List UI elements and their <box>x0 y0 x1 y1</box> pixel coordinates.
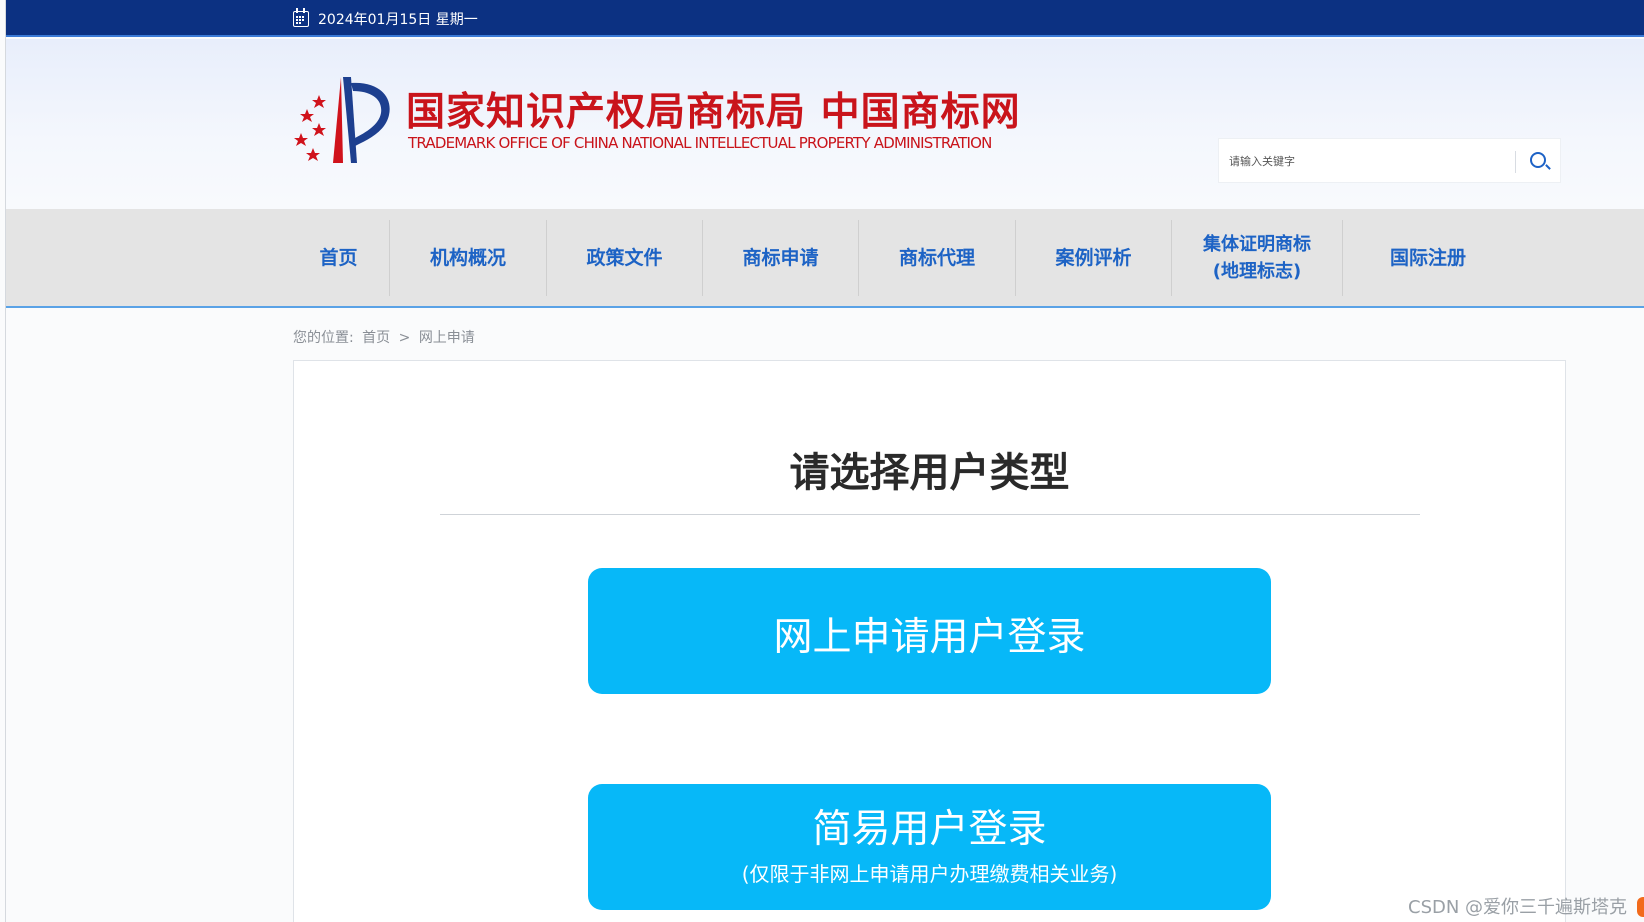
page: 2024年01月15日 星期一 国家知识产权局商标局 中国商标网 TRADEMA… <box>5 0 1644 922</box>
nav-item-application[interactable]: 商标申请 <box>703 220 859 296</box>
site-title-en: TRADEMARK OFFICE OF CHINA NATIONAL INTEL… <box>408 134 992 152</box>
simple-user-login-button[interactable]: 简易用户登录 (仅限于非网上申请用户办理缴费相关业务) <box>588 784 1271 910</box>
emblem-logo-icon[interactable] <box>293 75 403 163</box>
breadcrumb: 您的位置: 首页 > 网上申请 <box>293 327 479 347</box>
nav-item-about[interactable]: 机构概况 <box>390 220 547 296</box>
nav-item-international[interactable]: 国际注册 <box>1343 220 1513 296</box>
online-login-label: 网上申请用户登录 <box>773 615 1086 660</box>
breadcrumb-current: 网上申请 <box>418 330 475 346</box>
search-input[interactable] <box>1229 151 1489 171</box>
search-icon[interactable] <box>1523 146 1555 178</box>
nav-item-agency[interactable]: 商标代理 <box>859 220 1016 296</box>
title-divider <box>440 514 1420 515</box>
breadcrumb-home-link[interactable]: 首页 <box>362 330 390 346</box>
panel-title: 请选择用户类型 <box>789 450 1070 496</box>
nav-item-home[interactable]: 首页 <box>288 220 390 296</box>
breadcrumb-separator: > <box>398 330 411 346</box>
simple-login-note: (仅限于非网上申请用户办理缴费相关业务) <box>741 862 1118 886</box>
search-box <box>1218 138 1561 183</box>
top-bar: 2024年01月15日 星期一 <box>6 0 1644 37</box>
simple-login-label: 简易用户登录 <box>812 807 1047 852</box>
breadcrumb-prefix: 您的位置: <box>293 330 354 346</box>
site-header: 国家知识产权局商标局 中国商标网 TRADEMARK OFFICE OF CHI… <box>6 39 1644 209</box>
current-date: 2024年01月15日 星期一 <box>318 12 478 28</box>
nav-item-policy[interactable]: 政策文件 <box>547 220 703 296</box>
calendar-icon <box>293 8 309 27</box>
corner-badge-icon <box>1637 897 1644 917</box>
site-title-cn: 国家知识产权局商标局 中国商标网 <box>406 89 1021 135</box>
main-nav: 首页 机构概况 政策文件 商标申请 商标代理 案例评析 集体证明商标 (地理标志… <box>6 209 1644 308</box>
nav-item-cases[interactable]: 案例评析 <box>1016 220 1172 296</box>
user-type-panel: 请选择用户类型 网上申请用户登录 简易用户登录 (仅限于非网上申请用户办理缴费相… <box>293 360 1566 922</box>
online-application-login-button[interactable]: 网上申请用户登录 <box>588 568 1271 694</box>
search-divider <box>1515 151 1516 173</box>
nav-item-collective-marks[interactable]: 集体证明商标 (地理标志) <box>1172 220 1343 296</box>
csdn-watermark: CSDN @爱你三千遍斯塔克 <box>1408 897 1628 918</box>
